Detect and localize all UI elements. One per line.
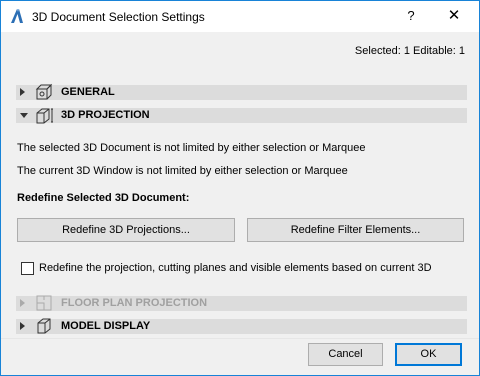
expand-arrow-icon[interactable] (20, 322, 25, 330)
archicad-app-icon (11, 9, 23, 23)
section-general[interactable]: GENERAL (16, 83, 467, 100)
title-bar[interactable]: 3D Document Selection Settings ? ✕ (1, 1, 479, 32)
dialog-window: 3D Document Selection Settings ? ✕ Selec… (0, 0, 480, 376)
current-window-info: The current 3D Window is not limited by … (17, 165, 348, 177)
general-settings-icon (35, 83, 53, 100)
redefine-3d-projections-button[interactable]: Redefine 3D Projections... (17, 218, 235, 242)
redefine-based-on-3d-label[interactable]: Redefine the projection, cutting planes … (39, 262, 432, 274)
redefine-filter-elements-button[interactable]: Redefine Filter Elements... (247, 218, 464, 242)
floor-plan-icon (36, 295, 52, 311)
footer-divider (1, 338, 479, 339)
expand-arrow-icon[interactable] (20, 299, 25, 307)
section-general-label: GENERAL (61, 86, 115, 98)
section-model-display-label: MODEL DISPLAY (61, 320, 151, 332)
redefine-based-on-3d-checkbox[interactable] (21, 262, 34, 275)
redefine-heading: Redefine Selected 3D Document: (17, 192, 190, 204)
section-model-display[interactable]: MODEL DISPLAY (16, 318, 467, 334)
section-3d-projection[interactable]: 3D PROJECTION (16, 108, 467, 124)
section-floor-plan-label: FLOOR PLAN PROJECTION (61, 297, 208, 309)
section-floor-plan-projection[interactable]: FLOOR PLAN PROJECTION (16, 295, 467, 311)
3d-projection-icon (36, 108, 53, 124)
model-display-icon (37, 318, 51, 334)
cancel-button[interactable]: Cancel (308, 343, 383, 366)
section-3d-projection-label: 3D PROJECTION (61, 109, 150, 121)
help-button[interactable]: ? (397, 4, 425, 28)
selection-status: Selected: 1 Editable: 1 (354, 45, 465, 57)
selected-document-info: The selected 3D Document is not limited … (17, 142, 366, 154)
window-title: 3D Document Selection Settings (32, 10, 205, 24)
close-button[interactable]: ✕ (433, 4, 475, 28)
ok-button[interactable]: OK (395, 343, 462, 366)
collapse-arrow-icon[interactable] (20, 113, 28, 118)
expand-arrow-icon[interactable] (20, 88, 25, 96)
